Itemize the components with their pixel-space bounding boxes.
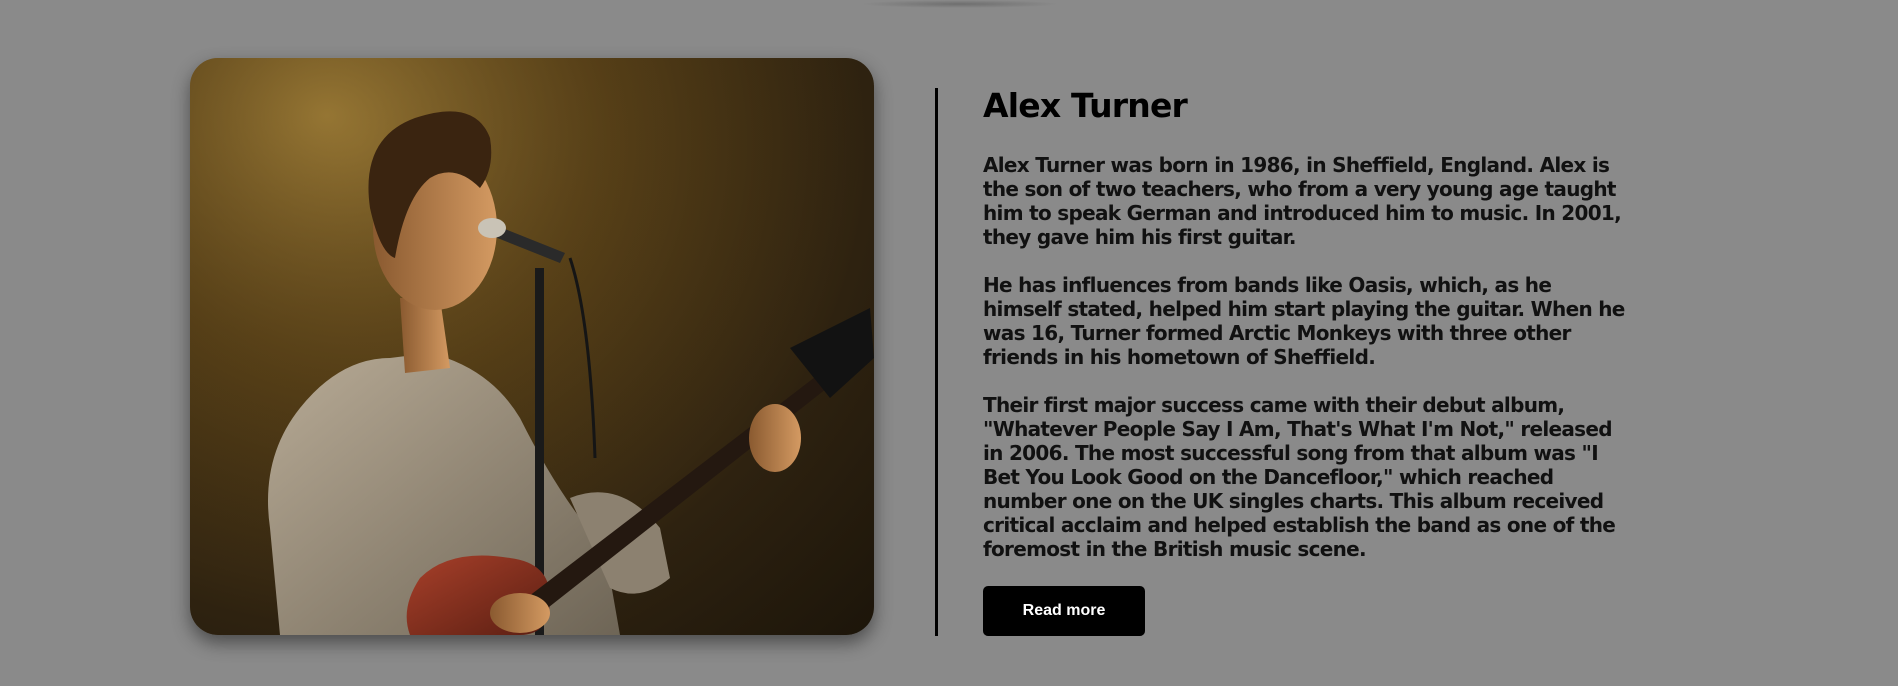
top-shadow [860,0,1060,8]
vertical-divider [935,88,938,636]
bio-paragraph-2: He has influences from bands like Oasis,… [983,273,1625,369]
artist-name: Alex Turner [983,86,1188,125]
read-more-button[interactable]: Read more [983,586,1145,636]
bio-paragraph-1: Alex Turner was born in 1986, in Sheffie… [983,153,1622,249]
guitarist-photo-icon [190,58,874,635]
bio-section: Alex Turner Alex Turner was born in 1986… [983,84,1633,561]
artist-photo [190,58,874,635]
bio-paragraph-3: Their first major success came with thei… [983,393,1616,561]
page: Alex Turner Alex Turner was born in 1986… [0,0,1898,686]
